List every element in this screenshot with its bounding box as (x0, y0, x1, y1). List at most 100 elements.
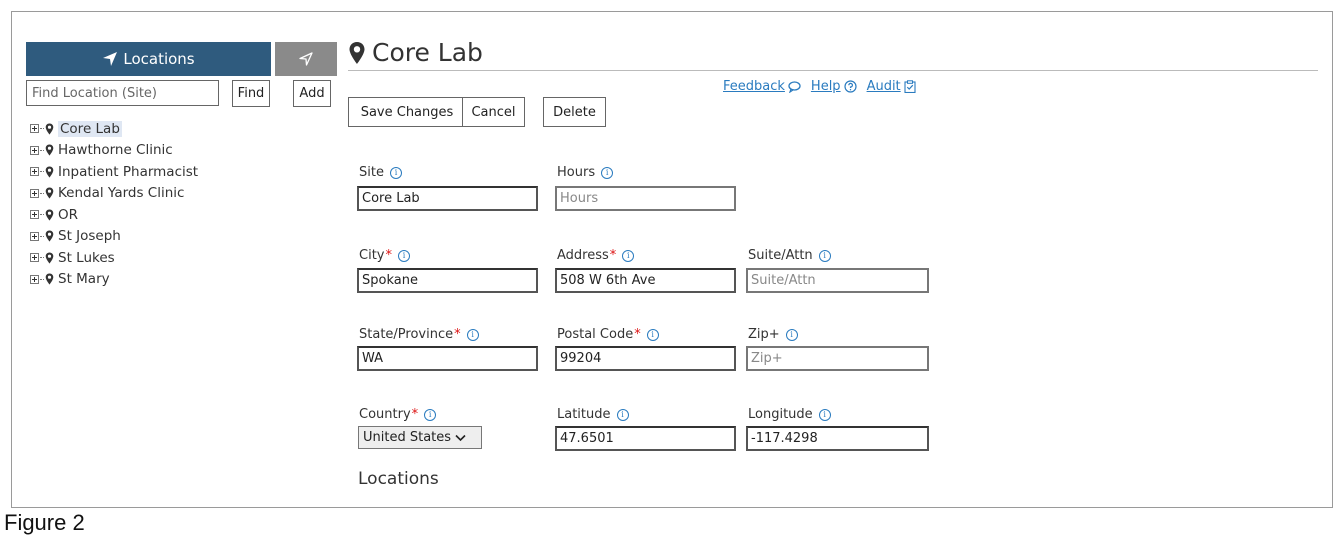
tree-item-label: Kendal Yards Clinic (58, 185, 185, 202)
city-label: City * i (359, 248, 410, 263)
latitude-label: Latitude i (557, 407, 629, 422)
tab-locations-label: Locations (123, 50, 195, 68)
required-marker: * (609, 248, 617, 263)
latitude-input[interactable] (555, 426, 736, 451)
tree-connector (40, 128, 44, 130)
required-marker: * (385, 248, 392, 263)
tree-item-label: OR (58, 206, 79, 223)
chevron-down-icon (455, 434, 466, 441)
city-input[interactable] (357, 268, 538, 293)
info-icon[interactable]: i (785, 328, 798, 341)
postal-code-label-text: Postal Code (557, 327, 634, 342)
feedback-link-label: Feedback (723, 79, 785, 94)
zip-plus-input[interactable] (746, 346, 929, 371)
expand-icon[interactable] (30, 274, 39, 284)
info-icon[interactable]: i (601, 166, 614, 179)
suite-input[interactable] (746, 268, 929, 293)
tree-item[interactable]: Core Lab (30, 118, 198, 140)
audit-link-label: Audit (866, 79, 901, 94)
help-link[interactable]: Help (811, 79, 857, 94)
tab-locations[interactable]: Locations (26, 42, 271, 76)
postal-code-label: Postal Code * i (557, 327, 659, 342)
country-select-value: United States (363, 430, 452, 445)
required-marker: * (634, 327, 641, 342)
locations-section-title: Locations (358, 469, 439, 489)
info-icon[interactable]: i (818, 249, 831, 262)
tree-connector (40, 171, 44, 173)
city-label-text: City (359, 248, 385, 263)
info-icon[interactable]: i (818, 408, 831, 421)
tree-item[interactable]: Hawthorne Clinic (30, 140, 198, 162)
state-input[interactable] (357, 346, 538, 371)
info-icon[interactable]: i (424, 408, 437, 421)
info-icon[interactable]: i (646, 328, 659, 341)
expand-icon[interactable] (30, 231, 39, 241)
postal-code-input[interactable] (555, 346, 736, 371)
help-link-label: Help (810, 79, 841, 94)
tree-connector (40, 257, 44, 259)
location-arrow-outline-icon (299, 52, 313, 66)
map-marker-icon (45, 252, 54, 264)
tree-connector (40, 192, 44, 194)
tree-item[interactable]: Inpatient Pharmacist (30, 161, 198, 183)
expand-icon[interactable] (30, 124, 39, 134)
info-icon[interactable]: i (397, 249, 410, 262)
speech-bubble-icon (788, 80, 801, 93)
tree-connector (40, 149, 44, 151)
expand-icon[interactable] (30, 167, 39, 177)
tree-item[interactable]: OR (30, 204, 198, 226)
tree-item-label: Hawthorne Clinic (58, 142, 173, 159)
hours-label-text: Hours (557, 165, 596, 180)
longitude-input[interactable] (746, 426, 929, 451)
required-marker: * (454, 327, 461, 342)
figure-caption: Figure 2 (4, 510, 85, 535)
info-icon[interactable]: i (389, 166, 402, 179)
state-label: State/Province * i (359, 327, 479, 342)
tree-item[interactable]: St Lukes (30, 247, 198, 269)
tree-item[interactable]: St Joseph (30, 226, 198, 248)
address-input[interactable] (555, 268, 736, 293)
tree-connector (40, 214, 44, 216)
country-select[interactable]: United States (358, 426, 482, 449)
hours-input[interactable] (555, 186, 736, 211)
map-marker-icon (45, 166, 54, 178)
map-marker-icon (45, 123, 54, 135)
audit-link[interactable]: Audit (867, 79, 916, 94)
map-marker-icon (45, 144, 54, 156)
info-icon[interactable]: i (466, 328, 479, 341)
required-marker: * (411, 407, 419, 422)
zip-plus-label: Zip+ i (748, 327, 798, 342)
clipboard-check-icon (904, 80, 916, 93)
country-label: Country * i (359, 407, 437, 422)
tree-item-label: Core Lab (58, 120, 122, 137)
cancel-button[interactable]: Cancel (462, 97, 525, 127)
add-button[interactable]: Add (293, 80, 331, 107)
site-input[interactable] (357, 186, 538, 211)
save-changes-button[interactable]: Save Changes (348, 97, 466, 127)
tree-item-label: St Lukes (58, 249, 115, 266)
tree-connector (40, 235, 44, 237)
hours-label: Hours i (557, 165, 614, 180)
expand-icon[interactable] (30, 145, 39, 155)
delete-button[interactable]: Delete (543, 97, 606, 127)
expand-icon[interactable] (30, 253, 39, 263)
info-icon[interactable]: i (616, 408, 629, 421)
expand-icon[interactable] (30, 188, 39, 198)
info-icon[interactable]: i (622, 249, 635, 262)
find-button[interactable]: Find (232, 80, 270, 107)
tree-item[interactable]: Kendal Yards Clinic (30, 183, 198, 205)
location-tree: Core Lab Hawthorne Clinic Inpatient Pharma… (30, 118, 198, 290)
state-label-text: State/Province (359, 327, 454, 342)
location-search-input[interactable] (26, 80, 219, 106)
title-divider (348, 70, 1318, 71)
tree-connector (40, 278, 44, 280)
site-label-text: Site (359, 165, 384, 180)
tree-item[interactable]: St Mary (30, 269, 198, 291)
tree-item-label: Inpatient Pharmacist (58, 163, 199, 180)
expand-icon[interactable] (30, 210, 39, 220)
map-marker-icon (349, 41, 365, 64)
longitude-label: Longitude i (748, 407, 831, 422)
feedback-link[interactable]: Feedback (723, 79, 801, 94)
longitude-label-text: Longitude (748, 407, 813, 422)
tab-navigate[interactable] (275, 42, 337, 76)
